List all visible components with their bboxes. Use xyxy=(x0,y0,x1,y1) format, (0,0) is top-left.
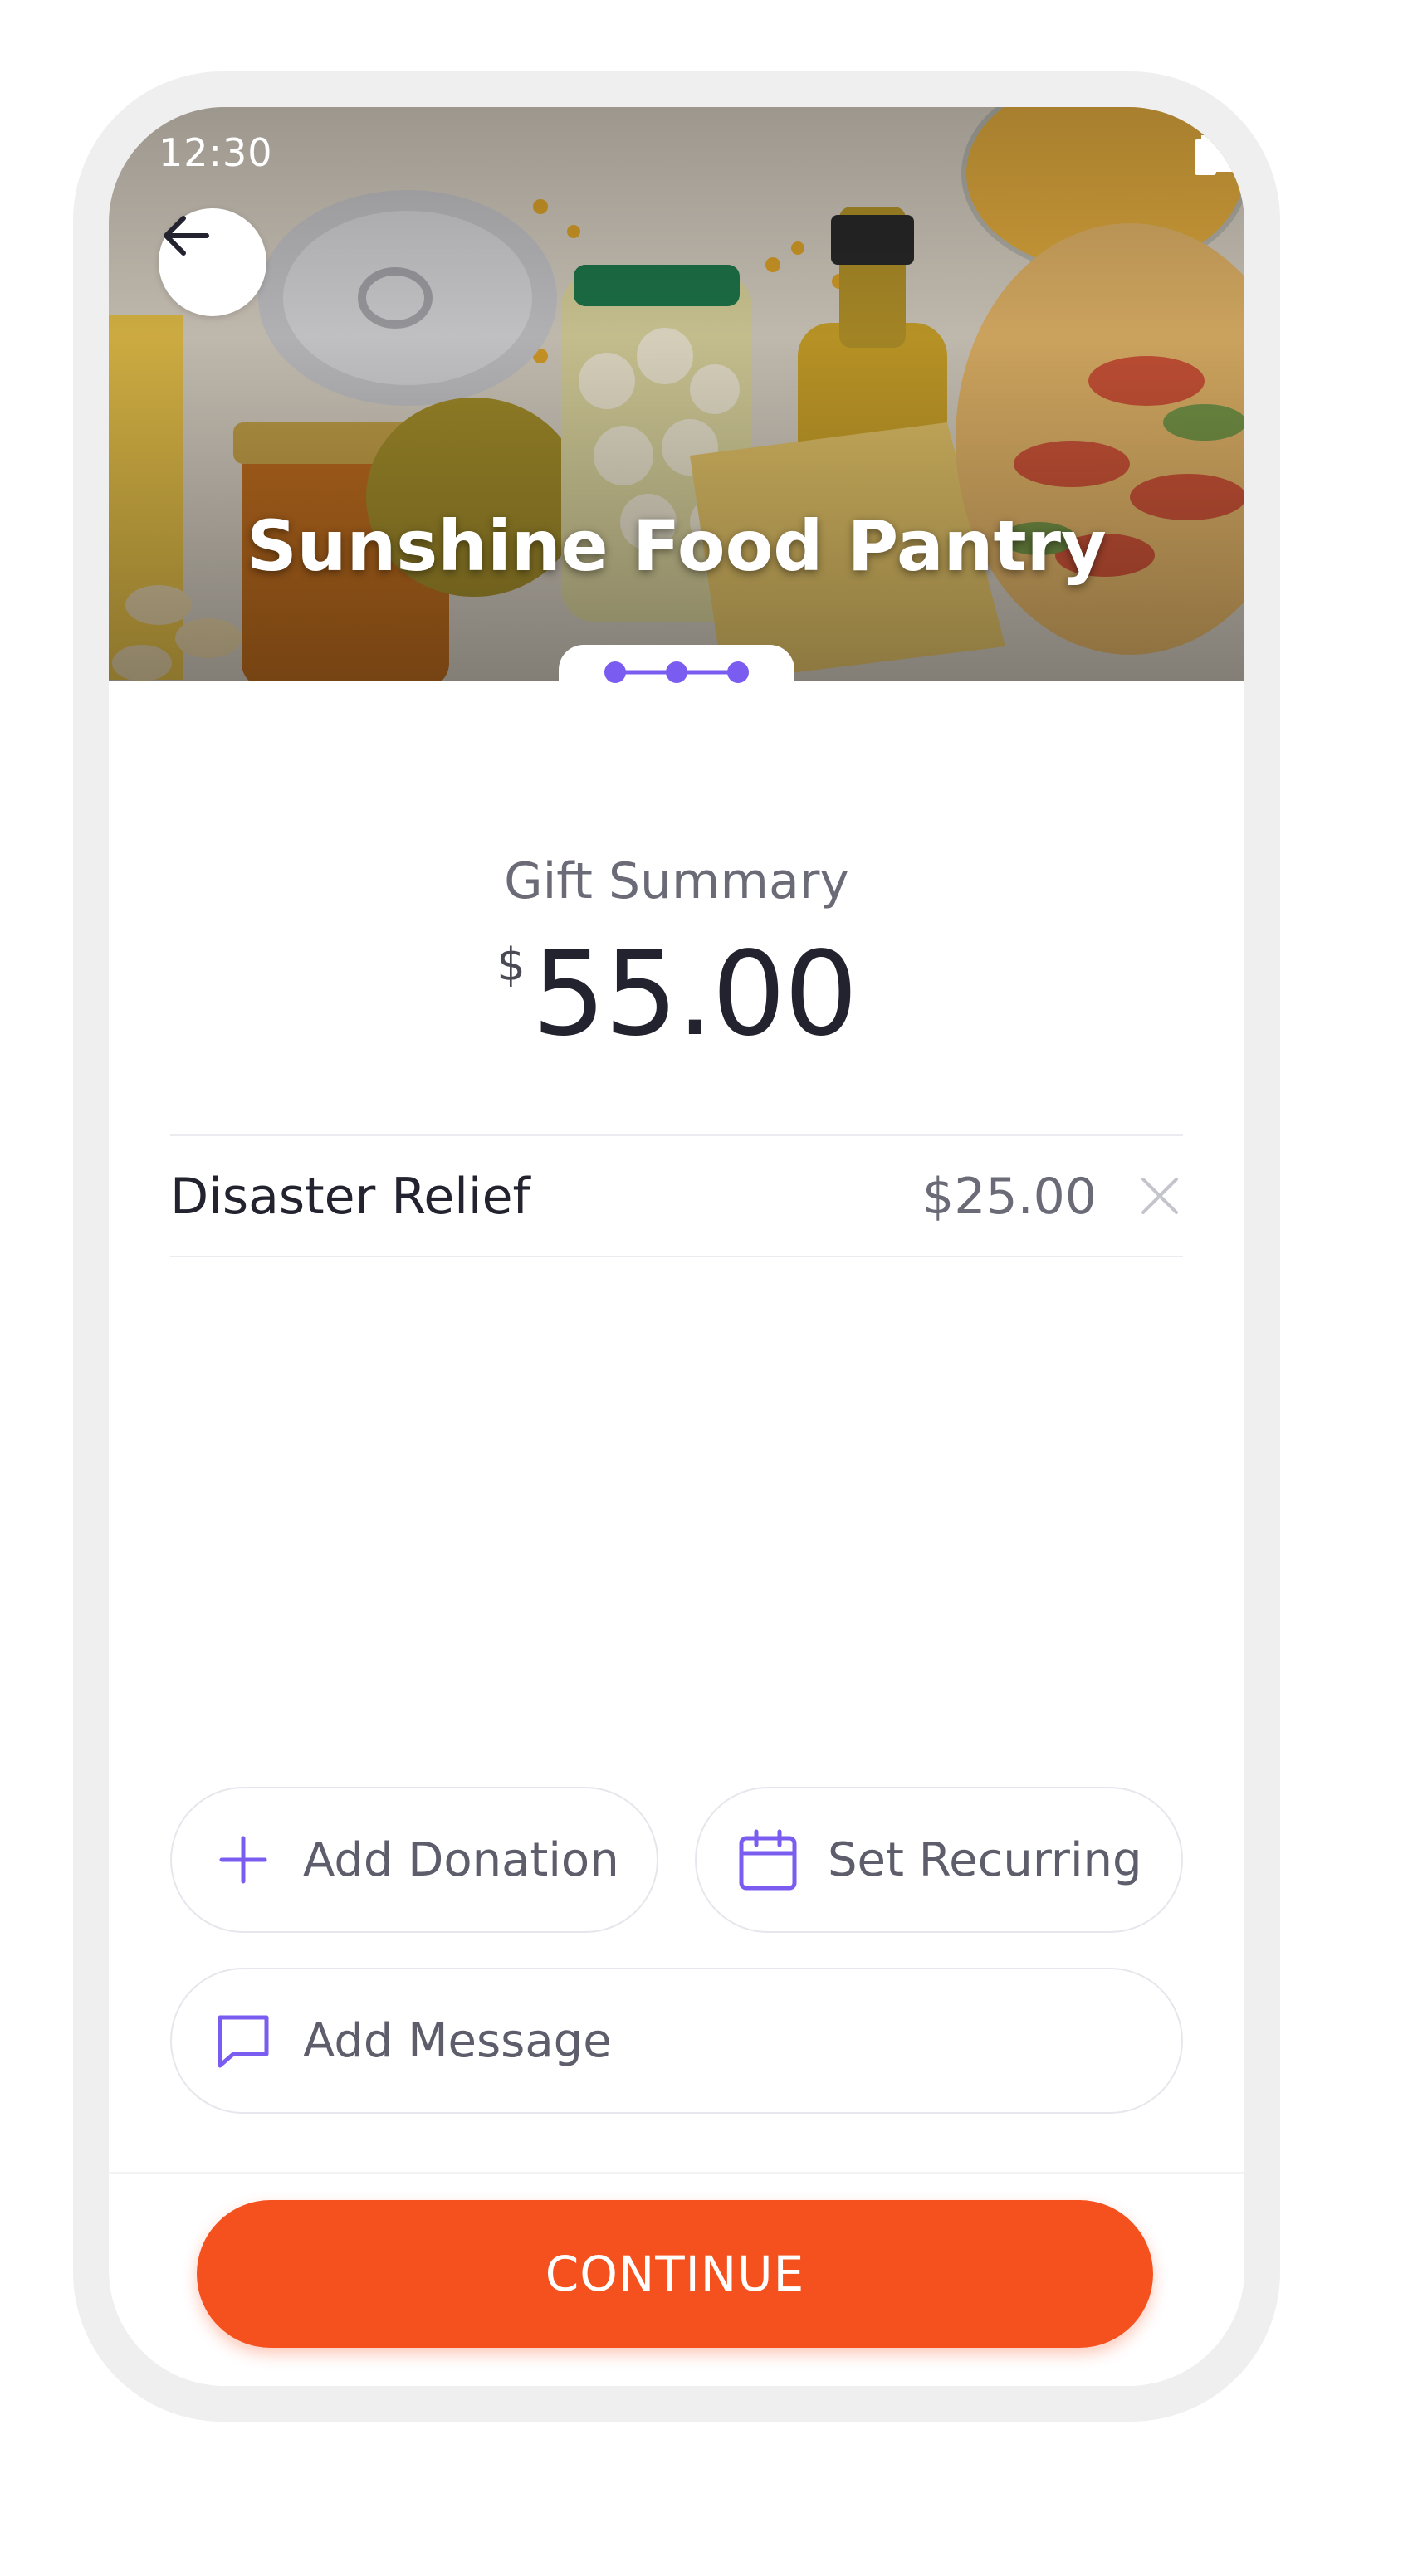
step-dot-3 xyxy=(727,661,749,683)
step-dot-1 xyxy=(604,661,626,683)
calendar-icon xyxy=(738,1829,798,1891)
add-donation-label: Add Donation xyxy=(303,1832,619,1887)
donation-amount: $25.00 xyxy=(922,1168,1097,1226)
app-screen: 12:30 Sunshine Food Pantry Gift Summary … xyxy=(109,107,1244,2386)
plus-icon xyxy=(213,1830,273,1890)
currency-symbol: $ xyxy=(496,939,526,991)
continue-button[interactable]: CONTINUE xyxy=(197,2200,1153,2348)
footer-divider xyxy=(109,2172,1244,2174)
gift-total-value: 55.00 xyxy=(531,927,858,1062)
arrow-left-icon xyxy=(164,216,209,256)
page-title: Sunshine Food Pantry xyxy=(247,505,1107,587)
donation-name: Disaster Relief xyxy=(170,1168,530,1226)
header-image-overlay xyxy=(109,107,1244,681)
message-icon xyxy=(213,2011,273,2071)
add-donation-button[interactable]: Add Donation xyxy=(170,1787,658,1933)
header-image: 12:30 Sunshine Food Pantry xyxy=(109,107,1244,681)
set-recurring-button[interactable]: Set Recurring xyxy=(695,1787,1183,1933)
gift-total: $55.00 xyxy=(109,927,1244,1062)
set-recurring-label: Set Recurring xyxy=(828,1832,1142,1887)
step-dot-2 xyxy=(666,661,687,683)
add-message-label: Add Message xyxy=(303,2013,612,2068)
add-message-button[interactable]: Add Message xyxy=(170,1968,1183,2114)
close-icon[interactable] xyxy=(1137,1173,1183,1219)
back-button[interactable] xyxy=(159,208,266,316)
status-time: 12:30 xyxy=(159,130,273,175)
step-indicator xyxy=(604,661,749,683)
battery-icon xyxy=(1195,135,1216,175)
donation-row: Disaster Relief $25.00 xyxy=(170,1134,1183,1257)
gift-summary-label: Gift Summary xyxy=(504,852,849,910)
